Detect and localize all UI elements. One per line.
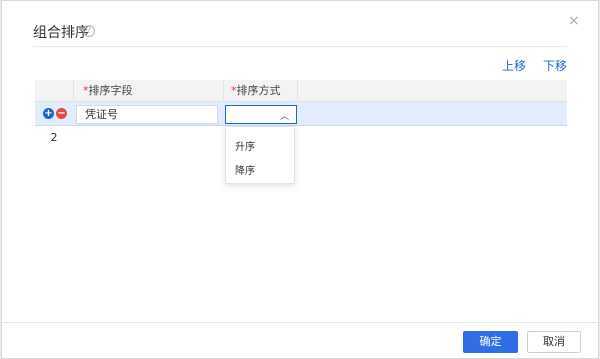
sort-table: *排序字段 *排序方式 + − 凭证号 ︿ 2 <box>35 80 567 150</box>
move-up-button[interactable]: 上移 <box>502 57 526 74</box>
divider <box>33 46 567 47</box>
row-number: 2 <box>50 131 58 144</box>
option-descending[interactable]: 降序 <box>235 162 255 177</box>
sort-method-dropdown: 升序 降序 <box>225 126 295 184</box>
option-ascending[interactable]: 升序 <box>235 138 255 153</box>
header-sort-method-label: 排序方式 <box>236 84 281 97</box>
table-row[interactable]: + − 凭证号 ︿ <box>35 102 567 126</box>
add-row-icon[interactable]: + <box>43 108 54 119</box>
footer-divider <box>2 322 598 323</box>
sort-dialog: 组合排序 ? × 上移 下移 *排序字段 *排序方式 + − 凭证号 ︿ 2 升… <box>1 0 599 359</box>
table-header: *排序字段 *排序方式 <box>35 80 567 102</box>
table-row[interactable]: 2 <box>35 126 567 150</box>
help-icon[interactable]: ? <box>83 25 95 37</box>
chevron-up-icon: ︿ <box>279 112 289 122</box>
header-sort-field: *排序字段 <box>83 80 133 102</box>
sort-field-input[interactable]: 凭证号 <box>76 105 218 124</box>
confirm-button[interactable]: 确定 <box>463 331 518 353</box>
dialog-title: 组合排序 <box>33 25 89 41</box>
header-sort-field-label: 排序字段 <box>88 84 133 97</box>
close-icon[interactable]: × <box>568 13 580 29</box>
header-sort-method: *排序方式 <box>231 80 281 102</box>
remove-row-icon[interactable]: − <box>56 108 67 119</box>
cancel-button[interactable]: 取消 <box>527 331 581 353</box>
move-down-button[interactable]: 下移 <box>543 57 567 74</box>
column-divider <box>297 80 298 102</box>
sort-method-select[interactable]: ︿ <box>225 105 297 124</box>
